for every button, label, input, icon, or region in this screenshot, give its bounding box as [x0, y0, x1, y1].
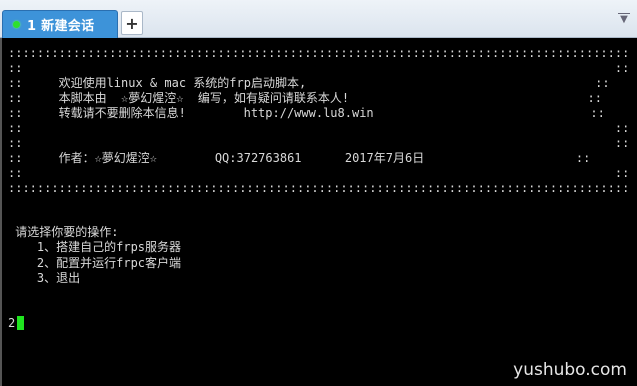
connection-status-icon [13, 21, 20, 28]
terminal-line: ::::::::::::::::::::::::::::::::::::::::… [8, 181, 630, 195]
terminal-line: 3、退出 [8, 271, 81, 285]
session-tab[interactable]: 1 新建会话 [2, 10, 118, 38]
terminal-input-line: 2 [8, 316, 16, 330]
terminal-output[interactable]: ::::::::::::::::::::::::::::::::::::::::… [0, 38, 637, 386]
terminal-line: :: 本脚本由 ☆夢幻煋涳☆ 编写，如有疑问请联系本人! :: [8, 91, 603, 105]
terminal-line: 2、配置并运行frpc客户端 [8, 256, 182, 270]
terminal-line: :: 作者：☆夢幻煋涳☆ QQ:372763861 2017年7月6日 :: [8, 151, 591, 165]
terminal-line: ::::::::::::::::::::::::::::::::::::::::… [8, 46, 630, 60]
terminal-line: :: 欢迎使用linux & mac 系统的frp启动脚本, :: [8, 76, 610, 90]
tab-list-dropdown-icon[interactable]: ▼ [617, 13, 631, 25]
terminal-line: 1、搭建自己的frps服务器 [8, 240, 182, 254]
terminal-line: :: :: [8, 61, 630, 75]
terminal-line: :: :: [8, 121, 630, 135]
watermark: yushubo.com [513, 360, 627, 380]
terminal-line: :: :: [8, 166, 630, 180]
tab-bar: 1 新建会话 + ▼ [0, 0, 637, 38]
terminal-line: :: :: [8, 136, 630, 150]
session-tab-label: 1 新建会话 [27, 19, 95, 34]
terminal-line: :: 转载请不要删除本信息! http://www.lu8.win :: [8, 106, 605, 120]
terminal-cursor [17, 316, 24, 330]
terminal-line: 请选择你要的操作: [8, 225, 119, 239]
new-tab-button[interactable]: + [121, 11, 143, 35]
